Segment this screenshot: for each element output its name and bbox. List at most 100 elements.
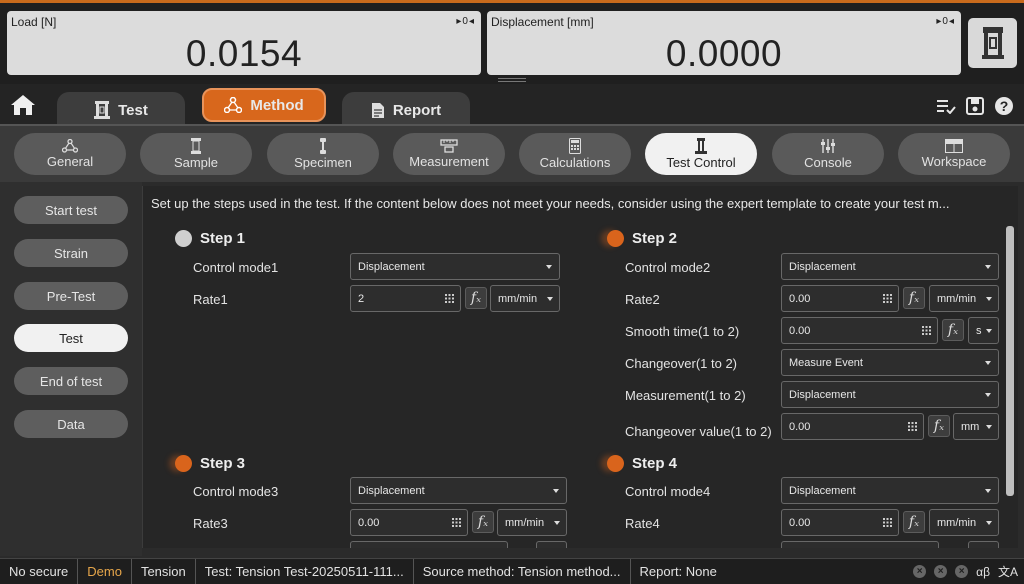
- step-3-next-unit-select[interactable]: [536, 541, 567, 548]
- formula-icon: 𝑓ₓ: [477, 514, 489, 530]
- displacement-zero-control[interactable]: ▸0◂: [936, 16, 955, 27]
- step-3-control-mode-label: Control mode3: [193, 484, 279, 499]
- load-readout[interactable]: Load [N] ▸0◂ 0.0154: [7, 11, 481, 75]
- step-2-rate-input[interactable]: 0.00: [781, 285, 899, 312]
- panel-description: Set up the steps used in the test. If th…: [151, 196, 950, 211]
- step-1-rate-unit-select[interactable]: mm/min: [490, 285, 560, 312]
- language-symbol-icon[interactable]: αβ: [976, 565, 990, 579]
- vertical-scrollbar[interactable]: [1006, 226, 1014, 496]
- subtab-workspace[interactable]: Workspace: [898, 133, 1010, 175]
- step-4-rate-input[interactable]: 0.00: [781, 509, 899, 536]
- step-4-rate-formula-button[interactable]: 𝑓ₓ: [903, 511, 925, 533]
- nav-start-test[interactable]: Start test: [14, 196, 128, 224]
- measurement-icon: [440, 139, 458, 153]
- step-1-rate-input[interactable]: 2: [350, 285, 461, 312]
- step-3-rate-formula-button[interactable]: 𝑓ₓ: [472, 511, 494, 533]
- subtab-console[interactable]: Console: [772, 133, 884, 175]
- displacement-label: Displacement [mm]: [491, 15, 594, 29]
- workspace-icon: [945, 139, 963, 153]
- subtab-general-label: General: [46, 154, 94, 169]
- nav-pre-test[interactable]: Pre-Test: [14, 282, 128, 310]
- step-2-measurement-label: Measurement(1 to 2): [625, 388, 746, 403]
- svg-text:?: ?: [1000, 98, 1009, 114]
- close-circle-icon[interactable]: ×: [955, 565, 969, 578]
- step-4-next-input[interactable]: [781, 541, 939, 548]
- step-1-control-mode-select[interactable]: Displacement: [350, 253, 560, 280]
- tab-report[interactable]: Report: [342, 92, 470, 128]
- keypad-icon[interactable]: [452, 518, 461, 527]
- readout-bar: Load [N] ▸0◂ 0.0154 Displacement [mm] ▸0…: [0, 0, 1024, 84]
- subtab-general[interactable]: General: [14, 133, 126, 175]
- step-2-measurement-select[interactable]: Displacement: [781, 381, 999, 408]
- tab-method[interactable]: Method: [202, 88, 326, 122]
- machine-icon: [981, 27, 1004, 59]
- subtab-calculations[interactable]: Calculations: [519, 133, 631, 175]
- step-2-changeover-formula-button[interactable]: 𝑓ₓ: [928, 415, 950, 437]
- displacement-readout[interactable]: Displacement [mm] ▸0◂ 0.0000: [487, 11, 961, 75]
- step-4-rate-unit-select[interactable]: mm/min: [929, 509, 999, 536]
- machine-button[interactable]: [968, 18, 1017, 68]
- nav-test[interactable]: Test: [14, 324, 128, 352]
- checklist-icon[interactable]: [936, 98, 956, 114]
- step-2-rate-formula-button[interactable]: 𝑓ₓ: [903, 287, 925, 309]
- nav-end-of-test[interactable]: End of test: [14, 367, 128, 395]
- step-2-changeover-select[interactable]: Measure Event: [781, 349, 999, 376]
- keypad-icon[interactable]: [883, 294, 892, 303]
- tab-test[interactable]: Test: [57, 92, 185, 128]
- step-2-smooth-formula-button[interactable]: 𝑓ₓ: [942, 319, 964, 341]
- step-2-rate-unit-select[interactable]: mm/min: [929, 285, 999, 312]
- subtab-calculations-label: Calculations: [539, 155, 611, 170]
- step-2-control-mode-label: Control mode2: [625, 260, 711, 275]
- nav-strain[interactable]: Strain: [14, 239, 128, 267]
- step-2-rate-label: Rate2: [625, 292, 660, 307]
- subtab-sample[interactable]: Sample: [140, 133, 252, 175]
- close-circle-icon[interactable]: ×: [913, 565, 927, 578]
- translate-icon[interactable]: 文A: [998, 563, 1018, 580]
- step-4-next-unit-select[interactable]: [968, 541, 999, 548]
- step-3-status-dot: [175, 455, 192, 472]
- step-1-rate-formula-button[interactable]: 𝑓ₓ: [465, 287, 487, 309]
- nav-data[interactable]: Data: [14, 410, 128, 438]
- step-4-control-mode-select[interactable]: Displacement: [781, 477, 999, 504]
- subtab-console-label: Console: [804, 155, 852, 170]
- step-2-changeover-unit-select[interactable]: mm: [953, 413, 999, 440]
- keypad-icon[interactable]: [883, 518, 892, 527]
- save-icon[interactable]: [966, 97, 984, 115]
- status-bar: No secure Demo Tension Test: Tension Tes…: [0, 558, 1024, 584]
- formula-icon: 𝑓ₓ: [908, 290, 920, 306]
- step-2-smooth-time-input[interactable]: 0.00: [781, 317, 938, 344]
- report-icon: [371, 102, 384, 118]
- step-3-header: Step 3: [175, 455, 245, 472]
- subtab-test-control-label: Test Control: [666, 155, 736, 170]
- status-report: Report: None: [639, 564, 717, 579]
- step-2-rate-value: 0.00: [789, 292, 811, 305]
- calculator-icon: [569, 138, 581, 154]
- close-circle-icon[interactable]: ×: [934, 565, 948, 578]
- step-3-rate-input[interactable]: 0.00: [350, 509, 468, 536]
- step-3-control-mode-select[interactable]: Displacement: [350, 477, 567, 504]
- subtab-measurement[interactable]: Measurement: [393, 133, 505, 175]
- step-2-changeover-value: 0.00: [789, 420, 811, 433]
- status-mode: Demo: [78, 559, 132, 584]
- subtab-test-control[interactable]: Test Control: [645, 133, 757, 175]
- subtab-specimen[interactable]: Specimen: [267, 133, 379, 175]
- formula-icon: 𝑓ₓ: [947, 322, 959, 338]
- keypad-icon[interactable]: [922, 326, 931, 335]
- keypad-icon[interactable]: [445, 294, 454, 303]
- help-icon[interactable]: ?: [994, 96, 1014, 116]
- step-3-rate-label: Rate3: [193, 516, 228, 531]
- tab-test-label: Test: [118, 101, 148, 119]
- subtab-measurement-label: Measurement: [409, 154, 489, 169]
- step-2-control-mode-select[interactable]: Displacement: [781, 253, 999, 280]
- subtab-sample-label: Sample: [173, 155, 219, 170]
- home-button[interactable]: [10, 94, 38, 118]
- step-1-rate-value: 2: [358, 292, 365, 305]
- load-zero-control[interactable]: ▸0◂: [456, 16, 475, 27]
- step-2-changeover-value-input[interactable]: 0.00: [781, 413, 924, 440]
- subtab-specimen-label: Specimen: [294, 155, 352, 170]
- step-2-smooth-unit-select[interactable]: s: [968, 317, 999, 344]
- keypad-icon[interactable]: [908, 422, 917, 431]
- step-4-rate-label: Rate4: [625, 516, 660, 531]
- step-3-rate-unit-select[interactable]: mm/min: [497, 509, 567, 536]
- step-3-next-input[interactable]: [350, 541, 508, 548]
